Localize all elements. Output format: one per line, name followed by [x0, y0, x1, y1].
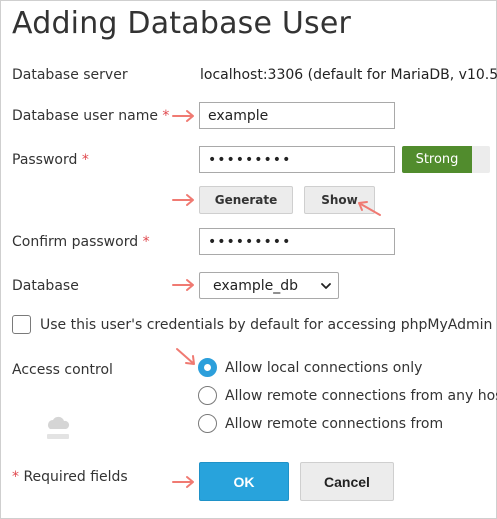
required-fields-text: Required fields [23, 469, 128, 485]
generate-button[interactable]: Generate [199, 186, 293, 214]
required-marker: * [142, 234, 150, 250]
radio-remote-any-host-label: Allow remote connections from any host [225, 388, 497, 404]
arrow-annotation-icon [172, 110, 194, 122]
listbo-cloud-logo-icon [47, 416, 70, 439]
required-marker: * [162, 108, 170, 124]
required-marker: * [12, 469, 19, 485]
password-input[interactable] [199, 146, 395, 173]
required-marker: * [81, 152, 89, 168]
database-select[interactable]: example_db [199, 272, 339, 299]
radio-remote-from[interactable] [198, 414, 217, 433]
arrow-annotation-icon [172, 476, 194, 488]
radio-local-connections-label: Allow local connections only [225, 360, 423, 376]
radio-remote-from-label: Allow remote connections from [225, 416, 444, 432]
password-label: Password * [12, 152, 89, 168]
database-label: Database [12, 278, 79, 294]
username-label-text: Database user name [12, 108, 158, 124]
password-strength-fill: Strong [402, 146, 472, 173]
server-value: localhost:3306 (default for MariaDB, v10… [200, 67, 497, 83]
chevron-down-icon [321, 283, 331, 289]
radio-remote-any-host[interactable] [198, 386, 217, 405]
arrow-annotation-icon [172, 279, 194, 291]
radio-local-connections[interactable] [198, 358, 217, 377]
password-label-text: Password [12, 152, 78, 168]
username-input[interactable] [199, 102, 395, 129]
confirm-password-label-text: Confirm password [12, 234, 139, 250]
username-label: Database user name * [12, 108, 169, 124]
arrow-annotation-icon [172, 194, 194, 206]
arrow-annotation-icon [176, 348, 195, 365]
server-label: Database server [12, 67, 128, 83]
database-select-value: example_db [213, 278, 299, 294]
phpmyadmin-default-checkbox[interactable] [12, 315, 31, 334]
access-control-label: Access control [12, 362, 113, 378]
cancel-button[interactable]: Cancel [300, 462, 394, 501]
phpmyadmin-default-label: Use this user's credentials by default f… [40, 317, 493, 333]
confirm-password-label: Confirm password * [12, 234, 150, 250]
ok-button[interactable]: OK [199, 462, 289, 501]
confirm-password-input[interactable] [199, 228, 395, 255]
required-fields-note: * Required fields [12, 469, 128, 485]
page-title: Adding Database User [12, 6, 352, 41]
arrow-annotation-icon [358, 201, 381, 216]
